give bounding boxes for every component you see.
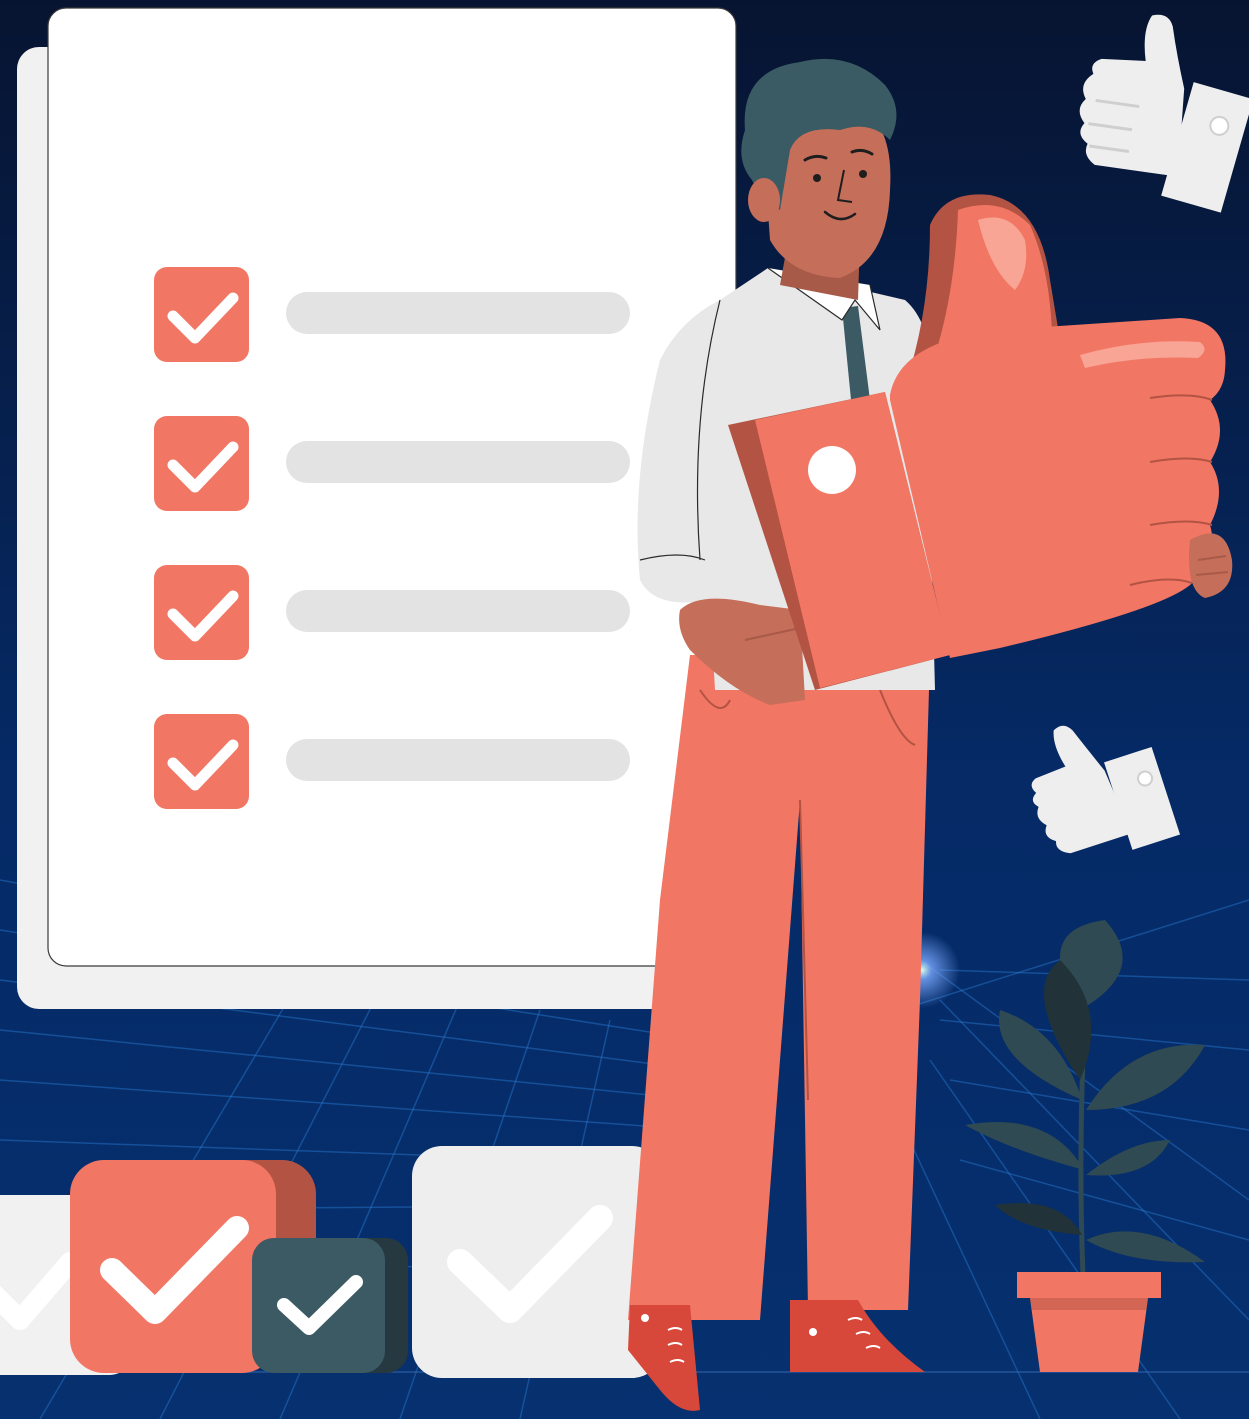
text-placeholder-bar	[286, 441, 630, 483]
white-check-box	[412, 1146, 662, 1378]
text-placeholder-bar	[286, 590, 630, 632]
illustration-scene	[0, 0, 1249, 1419]
scene-svg	[0, 0, 1249, 1419]
text-placeholder-bar	[286, 739, 630, 781]
slate-check-box	[252, 1238, 408, 1373]
checklist-board	[17, 7, 737, 1009]
text-placeholder-bar	[286, 292, 630, 334]
